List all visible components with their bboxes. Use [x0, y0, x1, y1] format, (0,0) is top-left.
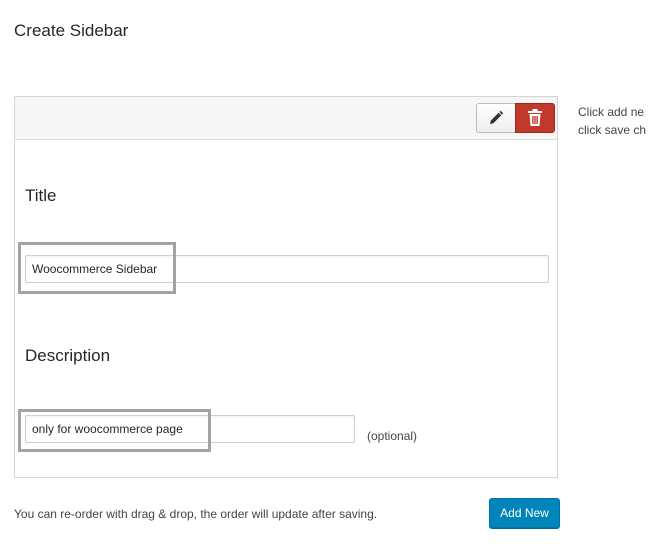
description-input[interactable] [25, 415, 355, 443]
pencil-icon [490, 110, 504, 124]
title-input[interactable] [25, 255, 549, 283]
add-new-button[interactable]: Add New [489, 498, 560, 528]
optional-note: (optional) [367, 429, 418, 443]
sidebar-panel: Title Description (optional) [14, 96, 558, 478]
page-title: Create Sidebar [14, 21, 129, 40]
trash-icon [528, 109, 542, 126]
delete-button[interactable] [515, 103, 555, 133]
title-label: Title [25, 186, 57, 205]
help-text-line: click save ch [578, 123, 647, 137]
description-label: Description [25, 346, 111, 365]
panel-toolbar [15, 97, 557, 140]
reorder-note: You can re-order with drag & drop, the o… [14, 507, 378, 521]
help-text-line: Click add ne [578, 105, 645, 119]
help-text: Click add ne click save ch [578, 103, 649, 139]
edit-button[interactable] [476, 103, 516, 133]
